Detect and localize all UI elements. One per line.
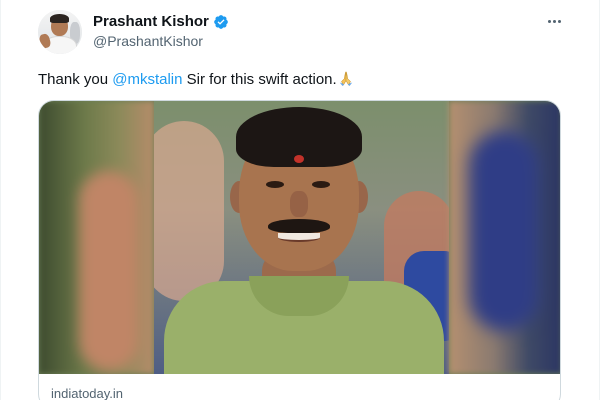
author-display-name[interactable]: Prashant Kishor [93,13,209,30]
image-blur-right [449,101,560,374]
link-card-domain[interactable]: indiatoday.in [51,386,123,400]
verified-badge-icon [214,14,228,29]
image-blur-left [39,101,154,374]
folded-hands-icon [339,71,352,86]
tweet-text: Thank you @mkstalin Sir for this swift a… [38,70,355,90]
tweet-text-after: Sir for this swift action. [182,71,337,88]
dot [557,19,561,23]
person-photo [154,101,449,374]
link-card[interactable]: indiatoday.in [38,100,561,400]
person-eye [312,181,330,188]
avatar-hair [50,14,69,23]
crowd-figure [154,121,224,301]
more-options-icon[interactable] [543,12,565,30]
blurred-figure [79,171,139,371]
person-moustache [268,219,330,233]
author-avatar[interactable] [38,10,82,54]
author-name-row[interactable]: Prashant Kishor [93,13,229,30]
author-handle[interactable]: @PrashantKishor [93,33,203,49]
tweet-text-before: Thank you [38,71,113,88]
link-card-image[interactable] [39,101,560,374]
person-tilak [294,155,304,163]
blurred-figure [469,131,539,331]
dot [547,19,551,23]
mention-link[interactable]: @mkstalin [112,71,182,88]
person-eye [266,181,284,188]
person-smile [278,233,320,242]
tweet[interactable]: Prashant Kishor @PrashantKishor Thank yo… [0,0,600,400]
person-nose [290,191,308,217]
dot [552,19,556,23]
